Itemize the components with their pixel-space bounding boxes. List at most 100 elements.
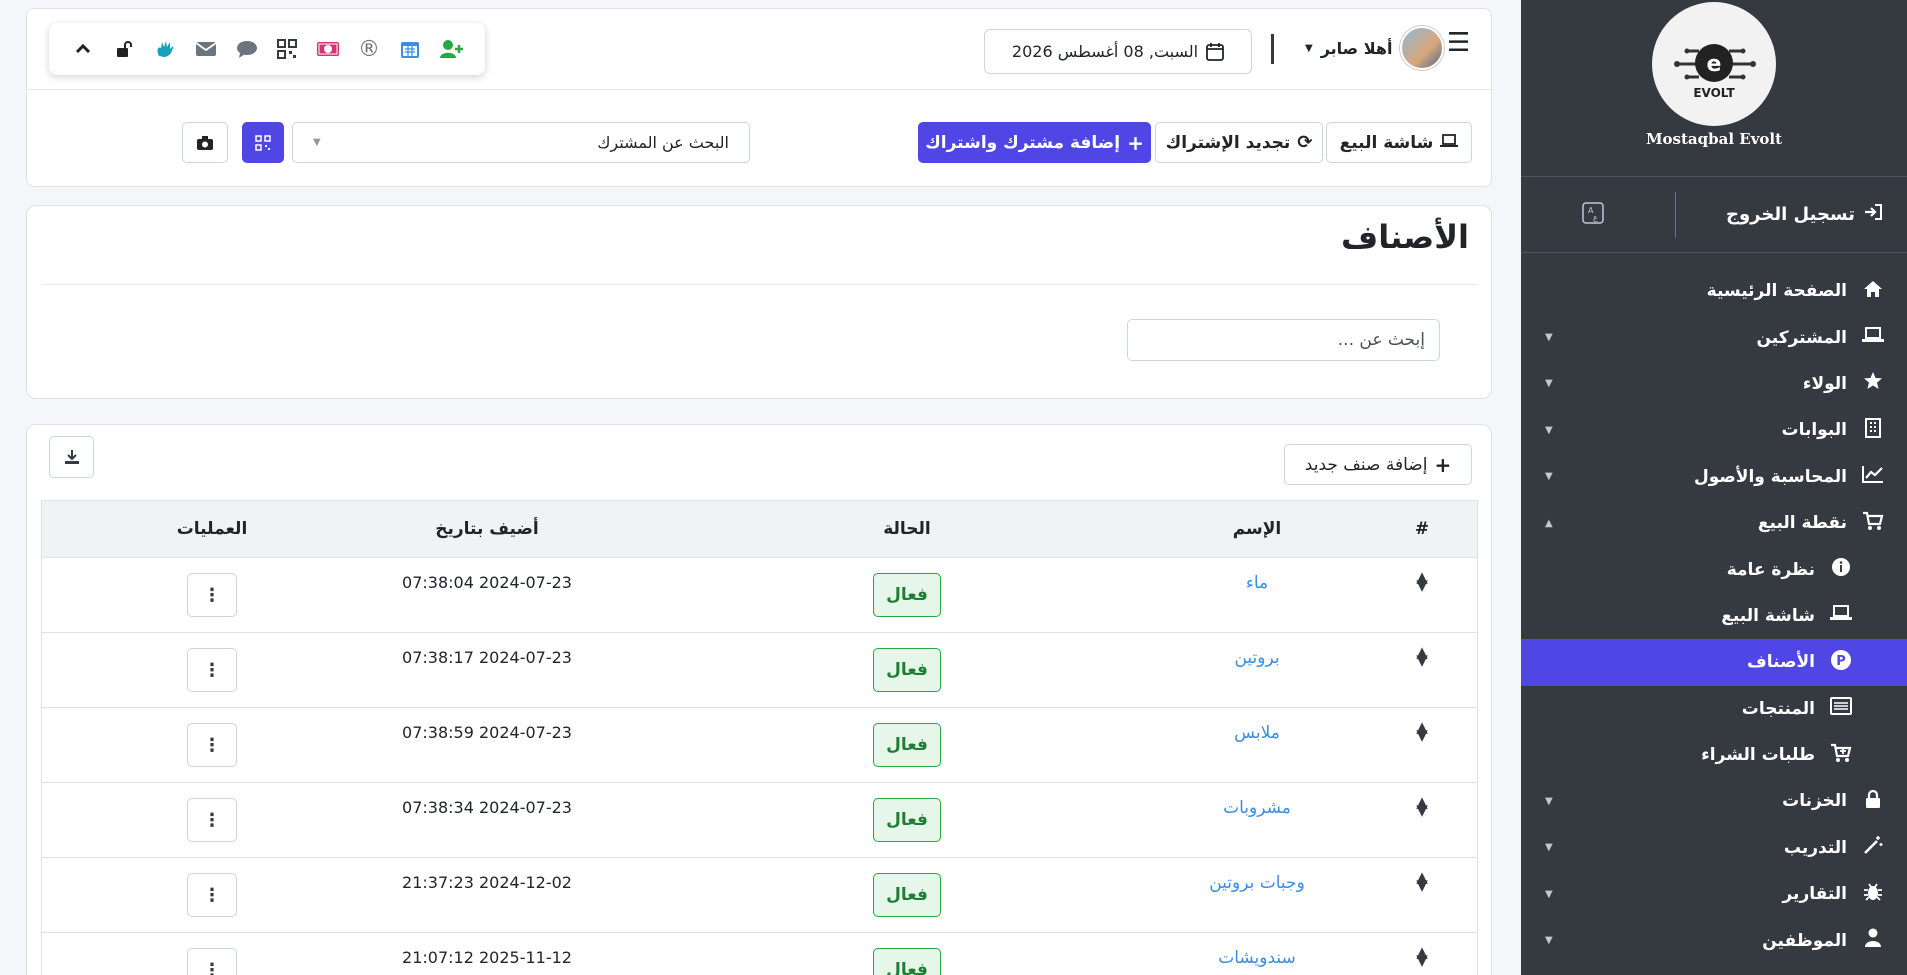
sidebar-item[interactable]: الموظفين ▼: [1521, 917, 1907, 963]
row-actions-button[interactable]: ⋮: [187, 648, 237, 692]
qr-scan-button[interactable]: [242, 122, 284, 163]
sidebar-item-label: التقارير: [1782, 884, 1847, 905]
sidebar-item-label: طلبات الشراء: [1701, 745, 1815, 766]
caret-down-icon: ▼: [1545, 332, 1553, 344]
home-icon: [1859, 280, 1887, 303]
table-body: ▲ ▼ ماء فعال 07:38:04 2024-07-23 ⋮ ▲ ▼ برو…: [42, 558, 1477, 975]
brand-area: e EVOLT Mostaqbal Evolt: [1521, 2, 1907, 177]
list-icon: [1827, 697, 1855, 720]
sidebar-item[interactable]: الصفحة الرئيسية: [1521, 268, 1907, 314]
chevron-up-icon[interactable]: [70, 36, 96, 62]
category-name-link[interactable]: بروتين: [1234, 648, 1279, 668]
sidebar: e EVOLT Mostaqbal Evolt Aع تسجيل الخروج …: [1521, 0, 1907, 975]
sidebar-item-label: الموظفين: [1762, 930, 1847, 951]
column-header-operations: العمليات: [176, 519, 248, 539]
translate-icon[interactable]: Aع: [1581, 201, 1605, 229]
add-category-label: إضافة صنف جديد: [1304, 454, 1428, 475]
sidebar-menu: الصفحة الرئيسية المشتركين ▼ الولاء ▼ البوا…: [1521, 253, 1907, 964]
row-actions-button[interactable]: ⋮: [187, 873, 237, 917]
sidebar-item[interactable]: P الأصناف: [1521, 639, 1907, 686]
sidebar-item-label: الأصناف: [1747, 652, 1815, 673]
caret-down-icon: ▼: [1545, 378, 1553, 390]
category-search-input[interactable]: إبحث عن ...: [1127, 319, 1440, 361]
chat-icon[interactable]: [234, 36, 260, 62]
quick-tools-panel: ®: [49, 23, 485, 75]
lock-icon: [1859, 789, 1887, 814]
row-actions-button[interactable]: ⋮: [187, 948, 237, 975]
download-icon: [64, 450, 79, 464]
qrcode-icon[interactable]: [274, 36, 300, 62]
add-category-button[interactable]: + إضافة صنف جديد: [1284, 444, 1472, 485]
sidebar-item-label: نظرة عامة: [1726, 559, 1815, 580]
row-actions-button[interactable]: ⋮: [187, 798, 237, 842]
user-greeting[interactable]: أهلا صابر: [1321, 39, 1393, 58]
sidebar-item-label: الولاء: [1802, 373, 1847, 394]
category-name-link[interactable]: ماء: [1246, 573, 1268, 593]
subscriber-search-select[interactable]: البحث عن المشترك ▼: [292, 122, 750, 163]
unlock-icon[interactable]: [111, 36, 137, 62]
sidebar-item[interactable]: شاشة البيع: [1521, 593, 1907, 639]
table-row: ▲ ▼ ملابس فعال 07:38:59 2024-07-23 ⋮: [42, 708, 1477, 783]
category-name-link[interactable]: ملابس: [1234, 723, 1280, 743]
hand-icon[interactable]: [152, 36, 178, 62]
caret-down-icon: ▼: [1305, 42, 1313, 54]
sidebar-item[interactable]: نظرة عامة: [1521, 546, 1907, 592]
caret-down-icon: ▼: [1545, 424, 1553, 436]
caret-down-icon: ▼: [313, 137, 321, 148]
sidebar-item[interactable]: المشتركين ▼: [1521, 314, 1907, 360]
sidebar-item-label: الصفحة الرئيسية: [1706, 281, 1847, 302]
column-header-date[interactable]: أضيف بتاريخ: [262, 501, 712, 557]
column-header-name[interactable]: الإسم: [1092, 501, 1422, 557]
category-name-link[interactable]: سندويشات: [1218, 948, 1296, 968]
calendar-icon[interactable]: [397, 36, 423, 62]
avatar[interactable]: [1400, 26, 1445, 70]
laptop-icon: [1440, 133, 1459, 153]
laptop-icon: [1859, 327, 1887, 348]
created-date: 21:07:12 2025-11-12: [402, 948, 572, 967]
sidebar-item[interactable]: الخزنات ▼: [1521, 778, 1907, 824]
logout-button[interactable]: تسجيل الخروج: [1726, 203, 1883, 226]
sidebar-item[interactable]: التقارير ▼: [1521, 871, 1907, 917]
sidebar-item[interactable]: التدريب ▼: [1521, 825, 1907, 871]
page-title: الأصناف: [1341, 218, 1469, 256]
renew-subscription-button[interactable]: ⟳ تجديد الإشتراك: [1155, 122, 1323, 163]
star-icon: [1859, 371, 1887, 396]
add-subscriber-button[interactable]: + إضافة مشترك واشتراك: [918, 122, 1151, 163]
logo[interactable]: e EVOLT: [1652, 2, 1776, 126]
user-menu[interactable]: أهلا صابر ▼: [1305, 26, 1445, 70]
registered-icon[interactable]: ®: [356, 36, 382, 62]
row-actions-button[interactable]: ⋮: [187, 573, 237, 617]
language-switcher-wrap: Aع: [1581, 191, 1676, 238]
hamburger-menu-icon[interactable]: ☰: [1447, 28, 1470, 58]
sidebar-item[interactable]: نقطة البيع ▲: [1521, 500, 1907, 546]
caret-down-icon: ▼: [1545, 888, 1553, 900]
sidebar-item[interactable]: المحاسبة والأصول ▼: [1521, 454, 1907, 500]
sidebar-item-label: المشتركين: [1756, 327, 1847, 348]
money-bill-icon[interactable]: [315, 36, 341, 62]
created-date: 07:38:04 2024-07-23: [402, 573, 572, 592]
cart-icon: [1859, 511, 1887, 536]
toolbar-divider: [27, 89, 1491, 90]
sales-screen-button[interactable]: شاشة البيع: [1326, 122, 1472, 163]
user-plus-icon[interactable]: [438, 36, 464, 62]
export-button[interactable]: [49, 436, 94, 478]
status-badge: فعال: [873, 873, 941, 917]
sidebar-item[interactable]: البوابات ▼: [1521, 407, 1907, 453]
plus-icon: +: [1434, 452, 1452, 477]
row-actions-button[interactable]: ⋮: [187, 723, 237, 767]
table-header: # الإسم الحالة أضيف بتاريخ العمليات: [42, 501, 1477, 558]
category-name-link[interactable]: مشروبات: [1223, 798, 1291, 818]
title-divider: [41, 284, 1477, 285]
category-name-link[interactable]: وجبات بروتين: [1209, 873, 1305, 893]
column-header-status[interactable]: الحالة: [822, 501, 992, 557]
sidebar-item[interactable]: طلبات الشراء: [1521, 732, 1907, 778]
camera-button[interactable]: [182, 122, 228, 163]
sales-screen-label: شاشة البيع: [1339, 132, 1434, 153]
subscriber-search-placeholder: البحث عن المشترك: [597, 133, 729, 152]
status-badge: فعال: [873, 798, 941, 842]
logout-separator: [1675, 191, 1676, 238]
sidebar-item[interactable]: الولاء ▼: [1521, 361, 1907, 407]
sidebar-item[interactable]: المنتجات: [1521, 686, 1907, 732]
envelope-icon[interactable]: [193, 36, 219, 62]
created-date: 07:38:17 2024-07-23: [402, 648, 572, 667]
